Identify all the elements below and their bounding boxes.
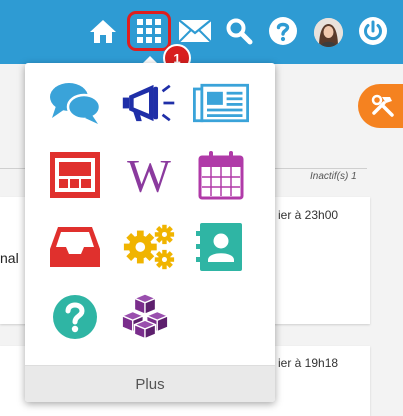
inactive-count-label: Inactif(s) 1 [310,171,357,182]
tools-button[interactable] [358,84,403,128]
search-icon[interactable] [222,14,256,48]
speech-bubbles-icon[interactable] [47,77,103,129]
more-apps-button[interactable]: Plus [25,365,275,402]
card-timestamp: ier à 23h00 [278,208,339,222]
inbox-tray-icon[interactable] [47,221,103,273]
newspaper-icon[interactable] [193,77,249,129]
calendar-icon[interactable] [193,149,249,201]
hammer-wrench-icon [371,94,394,117]
card-text: nal [0,250,19,266]
help-icon[interactable] [266,14,300,48]
apps-button-highlight [127,11,171,51]
svg-text:W: W [127,152,171,198]
presentation-board-icon[interactable] [47,149,103,201]
megaphone-icon[interactable] [121,77,177,129]
card-timestamp: ier à 19h18 [278,356,339,370]
help-circle-icon[interactable] [47,291,103,343]
gears-icon[interactable] [121,221,177,273]
power-icon[interactable] [356,14,390,48]
top-navigation-bar: 1 [0,0,403,72]
wikipedia-icon[interactable]: W [121,149,177,201]
cubes-icon[interactable] [117,289,173,341]
home-icon[interactable] [86,14,120,48]
contact-book-icon[interactable] [193,221,249,273]
envelope-icon[interactable] [178,14,212,48]
apps-dropdown-menu: W Plus [25,63,275,402]
user-avatar[interactable] [314,18,343,47]
